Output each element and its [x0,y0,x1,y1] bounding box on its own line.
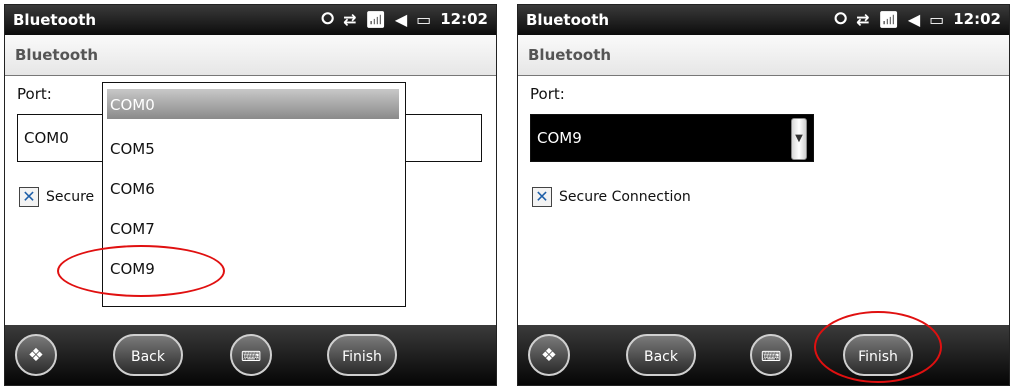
dropdown-item-com9[interactable]: COM9 [107,253,399,283]
windows-start-button[interactable]: ❖ [528,334,570,376]
status-title: Bluetooth [13,11,97,29]
windows-logo-icon: ❖ [540,345,558,366]
back-button[interactable]: Back [113,334,183,376]
dropdown-item-label: COM5 [110,140,155,158]
clock[interactable]: 12:02 [953,10,1001,28]
secure-connection-checkbox[interactable]: ✕ [532,187,552,207]
status-bar: Bluetooth ⭘ ⇄ 📶︎ ◀ ▭ 12:02 [5,5,496,35]
status-icons: ⭘ ⇄ 📶︎ ◀ ▭ 12:02 [321,9,488,29]
left-screen: Bluetooth ⭘ ⇄ 📶︎ ◀ ▭ 12:02 Bluetooth Por… [4,4,497,386]
keyboard-button[interactable]: ⌨ [230,334,272,376]
status-bar: Bluetooth ⭘ ⇄ 📶︎ ◀ ▭ 12:02 [518,5,1009,35]
port-dropdown-list: COM0 COM5 COM6 COM7 COM9 [102,82,406,307]
dropdown-item-label: COM0 [110,96,155,114]
signal-off-icon: 📶︎ [365,9,386,29]
secure-connection-row[interactable]: ✕ Secure Connection [532,187,691,207]
taskbar: ❖ Back ⌨ Finish [5,325,496,385]
port-combo-value: COM9 [537,129,582,147]
dropdown-item-com0[interactable]: COM0 [107,89,399,119]
keyboard-icon: ⌨ [760,349,782,365]
port-combo[interactable]: COM9 ▼ [530,114,814,162]
keyboard-button[interactable]: ⌨ [750,334,792,376]
secure-connection-checkbox[interactable]: ✕ [19,187,39,207]
volume-icon[interactable]: ◀ [908,10,920,29]
sync-icon: ⇄ [856,9,870,29]
windows-start-button[interactable]: ❖ [15,334,57,376]
port-combo-value: COM0 [24,129,69,147]
dropdown-item-label: COM9 [110,260,155,278]
dropdown-item-label: COM7 [110,220,155,238]
subheader: Bluetooth [5,35,496,76]
status-title: Bluetooth [526,11,610,29]
subheader: Bluetooth [518,35,1009,76]
port-label: Port: [530,85,565,103]
dropdown-item-label: COM6 [110,180,155,198]
bluetooth-icon: ⭘ [834,9,848,28]
page-title: Bluetooth [528,46,612,64]
secure-connection-label: Secure Connection [559,189,691,205]
secure-connection-label: Secure [46,189,95,205]
bluetooth-icon: ⭘ [321,9,335,28]
back-button[interactable]: Back [626,334,696,376]
dropdown-item-com7[interactable]: COM7 [107,213,399,243]
status-icons: ⭘ ⇄ 📶︎ ◀ ▭ 12:02 [834,9,1001,29]
volume-icon[interactable]: ◀ [395,10,407,29]
page-title: Bluetooth [15,46,99,64]
dropdown-item-com5[interactable]: COM5 [107,133,399,163]
right-screen: Bluetooth ⭘ ⇄ 📶︎ ◀ ▭ 12:02 Bluetooth Por… [517,4,1010,386]
keyboard-icon: ⌨ [240,349,262,365]
finish-button[interactable]: Finish [327,334,397,376]
clock[interactable]: 12:02 [440,10,488,28]
finish-button[interactable]: Finish [843,334,913,376]
port-label: Port: [17,85,52,103]
signal-off-icon: 📶︎ [878,9,899,29]
windows-logo-icon: ❖ [27,345,45,366]
taskbar: ❖ Back ⌨ Finish [518,325,1009,385]
dropdown-item-com6[interactable]: COM6 [107,173,399,203]
battery-icon: ▭ [416,9,432,29]
sync-icon: ⇄ [343,9,357,29]
chevron-down-icon[interactable]: ▼ [791,118,807,160]
battery-icon: ▭ [929,9,945,29]
secure-connection-row[interactable]: ✕ Secure [19,187,94,207]
